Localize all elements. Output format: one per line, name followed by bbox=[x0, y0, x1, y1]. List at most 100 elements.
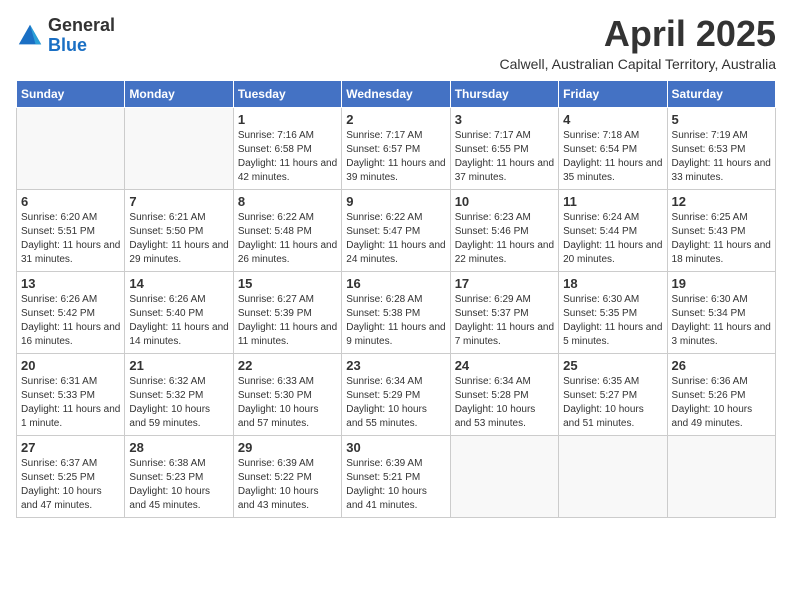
calendar-cell: 24 Sunrise: 6:34 AM Sunset: 5:28 PM Dayli… bbox=[450, 354, 558, 436]
weekday-header-sunday: Sunday bbox=[17, 81, 125, 108]
day-info: Sunrise: 6:36 AM Sunset: 5:26 PM Dayligh… bbox=[672, 375, 771, 431]
day-number: 24 bbox=[455, 358, 554, 373]
calendar-cell: 27 Sunrise: 6:37 AM Sunset: 5:25 PM Dayli… bbox=[17, 436, 125, 518]
calendar-cell: 12Sunrise: 6:25 AM Sunset: 5:43 PM Dayli… bbox=[667, 190, 775, 272]
day-info: Sunrise: 6:26 AM Sunset: 5:42 PM Dayligh… bbox=[21, 293, 120, 349]
day-number: 7 bbox=[129, 194, 228, 209]
calendar-header: SundayMondayTuesdayWednesdayThursdayFrid… bbox=[17, 81, 776, 108]
calendar-cell bbox=[667, 436, 775, 518]
day-number: 18 bbox=[563, 276, 662, 291]
calendar-cell: 13 Sunrise: 6:26 AM Sunset: 5:42 PM Dayli… bbox=[17, 272, 125, 354]
day-number: 22 bbox=[238, 358, 337, 373]
day-number: 4 bbox=[563, 112, 662, 127]
day-info: Sunrise: 7:19 AM Sunset: 6:53 PM Dayligh… bbox=[672, 129, 771, 185]
day-info: Sunrise: 6:26 AM Sunset: 5:40 PM Dayligh… bbox=[129, 293, 228, 349]
day-info: Sunrise: 6:25 AM Sunset: 5:43 PM Dayligh… bbox=[672, 211, 771, 267]
day-info: Sunrise: 6:32 AM Sunset: 5:32 PM Dayligh… bbox=[129, 375, 228, 431]
day-number: 20 bbox=[21, 358, 120, 373]
calendar-week-4: 27 Sunrise: 6:37 AM Sunset: 5:25 PM Dayli… bbox=[17, 436, 776, 518]
day-number: 9 bbox=[346, 194, 445, 209]
calendar-cell bbox=[559, 436, 667, 518]
calendar-week-2: 13 Sunrise: 6:26 AM Sunset: 5:42 PM Dayli… bbox=[17, 272, 776, 354]
calendar-cell: 18 Sunrise: 6:30 AM Sunset: 5:35 PM Dayli… bbox=[559, 272, 667, 354]
calendar-cell: 5 Sunrise: 7:19 AM Sunset: 6:53 PM Daylig… bbox=[667, 108, 775, 190]
weekday-header-tuesday: Tuesday bbox=[233, 81, 341, 108]
day-info: Sunrise: 6:29 AM Sunset: 5:37 PM Dayligh… bbox=[455, 293, 554, 349]
calendar-cell: 26Sunrise: 6:36 AM Sunset: 5:26 PM Dayli… bbox=[667, 354, 775, 436]
calendar-cell: 10 Sunrise: 6:23 AM Sunset: 5:46 PM Dayli… bbox=[450, 190, 558, 272]
calendar-week-3: 20 Sunrise: 6:31 AM Sunset: 5:33 PM Dayli… bbox=[17, 354, 776, 436]
calendar-cell: 17 Sunrise: 6:29 AM Sunset: 5:37 PM Dayli… bbox=[450, 272, 558, 354]
calendar-body: 1 Sunrise: 7:16 AM Sunset: 6:58 PM Daylig… bbox=[17, 108, 776, 518]
calendar-cell bbox=[450, 436, 558, 518]
day-number: 17 bbox=[455, 276, 554, 291]
day-number: 2 bbox=[346, 112, 445, 127]
day-number: 11 bbox=[563, 194, 662, 209]
calendar-cell: 8Sunrise: 6:22 AM Sunset: 5:48 PM Daylig… bbox=[233, 190, 341, 272]
calendar-cell: 14 Sunrise: 6:26 AM Sunset: 5:40 PM Dayli… bbox=[125, 272, 233, 354]
day-info: Sunrise: 6:39 AM Sunset: 5:21 PM Dayligh… bbox=[346, 457, 445, 513]
day-info: Sunrise: 6:34 AM Sunset: 5:28 PM Dayligh… bbox=[455, 375, 554, 431]
day-info: Sunrise: 7:17 AM Sunset: 6:57 PM Dayligh… bbox=[346, 129, 445, 185]
day-info: Sunrise: 6:20 AM Sunset: 5:51 PM Dayligh… bbox=[21, 211, 120, 267]
day-info: Sunrise: 6:30 AM Sunset: 5:34 PM Dayligh… bbox=[672, 293, 771, 349]
day-number: 10 bbox=[455, 194, 554, 209]
weekday-row: SundayMondayTuesdayWednesdayThursdayFrid… bbox=[17, 81, 776, 108]
calendar-cell: 16 Sunrise: 6:28 AM Sunset: 5:38 PM Dayli… bbox=[342, 272, 450, 354]
day-info: Sunrise: 6:23 AM Sunset: 5:46 PM Dayligh… bbox=[455, 211, 554, 267]
day-number: 14 bbox=[129, 276, 228, 291]
location: Calwell, Australian Capital Territory, A… bbox=[500, 56, 777, 72]
calendar-cell: 3Sunrise: 7:17 AM Sunset: 6:55 PM Daylig… bbox=[450, 108, 558, 190]
weekday-header-monday: Monday bbox=[125, 81, 233, 108]
day-number: 8 bbox=[238, 194, 337, 209]
calendar-cell: 1 Sunrise: 7:16 AM Sunset: 6:58 PM Daylig… bbox=[233, 108, 341, 190]
logo-blue: Blue bbox=[48, 35, 87, 55]
logo-text: General Blue bbox=[48, 16, 115, 56]
day-number: 16 bbox=[346, 276, 445, 291]
calendar-cell: 25Sunrise: 6:35 AM Sunset: 5:27 PM Dayli… bbox=[559, 354, 667, 436]
day-info: Sunrise: 7:18 AM Sunset: 6:54 PM Dayligh… bbox=[563, 129, 662, 185]
day-info: Sunrise: 6:31 AM Sunset: 5:33 PM Dayligh… bbox=[21, 375, 120, 431]
day-info: Sunrise: 6:27 AM Sunset: 5:39 PM Dayligh… bbox=[238, 293, 337, 349]
page-header: General Blue April 2025 Calwell, Austral… bbox=[16, 16, 776, 72]
title-block: April 2025 Calwell, Australian Capital T… bbox=[500, 16, 777, 72]
day-number: 13 bbox=[21, 276, 120, 291]
day-number: 5 bbox=[672, 112, 771, 127]
calendar-cell: 22Sunrise: 6:33 AM Sunset: 5:30 PM Dayli… bbox=[233, 354, 341, 436]
day-number: 21 bbox=[129, 358, 228, 373]
day-info: Sunrise: 6:21 AM Sunset: 5:50 PM Dayligh… bbox=[129, 211, 228, 267]
calendar-cell: 19 Sunrise: 6:30 AM Sunset: 5:34 PM Dayli… bbox=[667, 272, 775, 354]
calendar-cell: 9 Sunrise: 6:22 AM Sunset: 5:47 PM Daylig… bbox=[342, 190, 450, 272]
calendar-cell: 23Sunrise: 6:34 AM Sunset: 5:29 PM Dayli… bbox=[342, 354, 450, 436]
day-info: Sunrise: 6:22 AM Sunset: 5:47 PM Dayligh… bbox=[346, 211, 445, 267]
day-number: 19 bbox=[672, 276, 771, 291]
calendar-cell: 7 Sunrise: 6:21 AM Sunset: 5:50 PM Daylig… bbox=[125, 190, 233, 272]
month-year: April 2025 bbox=[500, 16, 777, 52]
day-info: Sunrise: 6:34 AM Sunset: 5:29 PM Dayligh… bbox=[346, 375, 445, 431]
calendar-cell bbox=[17, 108, 125, 190]
day-info: Sunrise: 6:37 AM Sunset: 5:25 PM Dayligh… bbox=[21, 457, 120, 513]
day-number: 28 bbox=[129, 440, 228, 455]
calendar-week-0: 1 Sunrise: 7:16 AM Sunset: 6:58 PM Daylig… bbox=[17, 108, 776, 190]
day-info: Sunrise: 6:38 AM Sunset: 5:23 PM Dayligh… bbox=[129, 457, 228, 513]
weekday-header-wednesday: Wednesday bbox=[342, 81, 450, 108]
day-number: 25 bbox=[563, 358, 662, 373]
logo-general: General bbox=[48, 15, 115, 35]
logo: General Blue bbox=[16, 16, 115, 56]
day-info: Sunrise: 6:39 AM Sunset: 5:22 PM Dayligh… bbox=[238, 457, 337, 513]
day-number: 29 bbox=[238, 440, 337, 455]
day-number: 1 bbox=[238, 112, 337, 127]
weekday-header-saturday: Saturday bbox=[667, 81, 775, 108]
calendar-table: SundayMondayTuesdayWednesdayThursdayFrid… bbox=[16, 80, 776, 518]
calendar-cell: 4 Sunrise: 7:18 AM Sunset: 6:54 PM Daylig… bbox=[559, 108, 667, 190]
calendar-cell bbox=[125, 108, 233, 190]
day-info: Sunrise: 7:16 AM Sunset: 6:58 PM Dayligh… bbox=[238, 129, 337, 185]
calendar-cell: 30Sunrise: 6:39 AM Sunset: 5:21 PM Dayli… bbox=[342, 436, 450, 518]
day-number: 27 bbox=[21, 440, 120, 455]
calendar-cell: 11Sunrise: 6:24 AM Sunset: 5:44 PM Dayli… bbox=[559, 190, 667, 272]
day-info: Sunrise: 6:30 AM Sunset: 5:35 PM Dayligh… bbox=[563, 293, 662, 349]
day-number: 15 bbox=[238, 276, 337, 291]
day-info: Sunrise: 6:28 AM Sunset: 5:38 PM Dayligh… bbox=[346, 293, 445, 349]
calendar-cell: 29 Sunrise: 6:39 AM Sunset: 5:22 PM Dayli… bbox=[233, 436, 341, 518]
calendar-cell: 2 Sunrise: 7:17 AM Sunset: 6:57 PM Daylig… bbox=[342, 108, 450, 190]
